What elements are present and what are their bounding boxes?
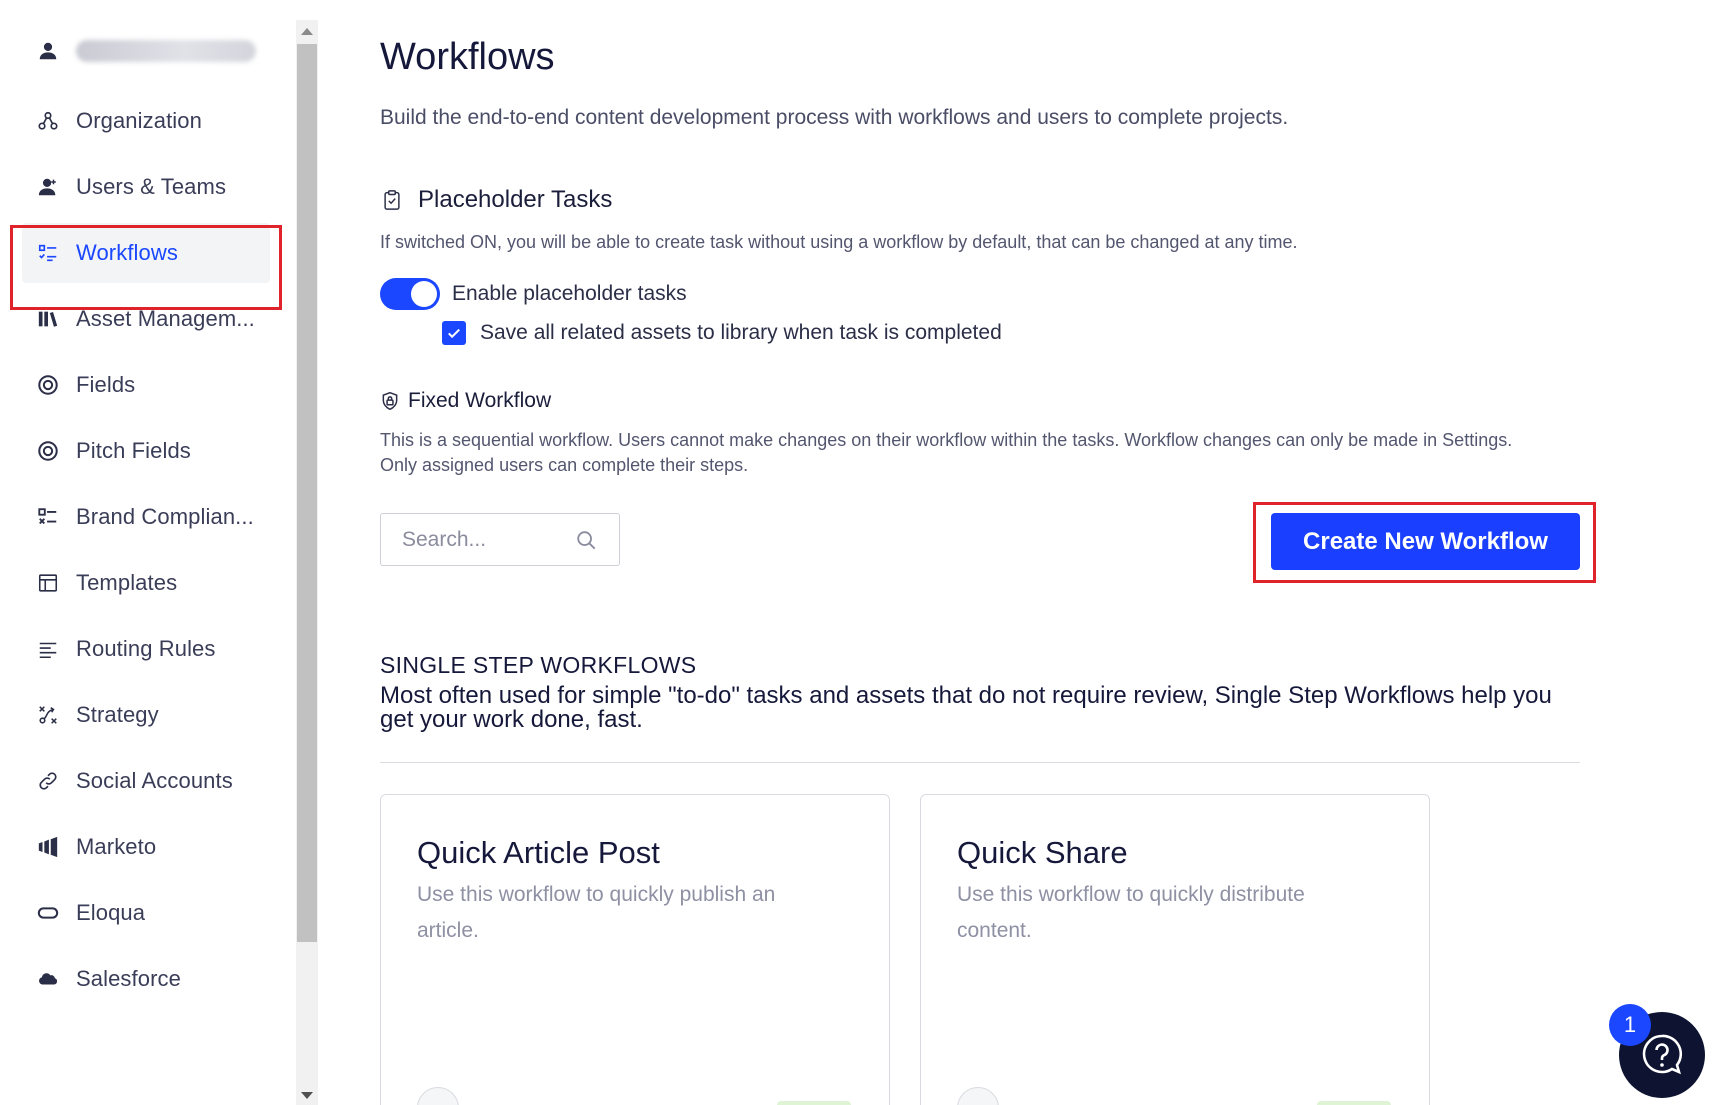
sidebar-item-fields[interactable]: Fields bbox=[22, 355, 270, 415]
sidebar-item-label: Brand Complian... bbox=[76, 504, 254, 529]
sidebar-item-marketo[interactable]: Marketo bbox=[22, 817, 270, 877]
toggle-knob bbox=[411, 281, 437, 307]
enable-placeholder-tasks-toggle[interactable] bbox=[380, 278, 440, 310]
template-icon bbox=[36, 571, 60, 595]
user-name-blurred bbox=[76, 40, 256, 62]
sidebar-item-label: Asset Managem... bbox=[76, 306, 255, 331]
placeholder-tasks-description: If switched ON, you will be able to crea… bbox=[380, 232, 1298, 252]
routing-icon bbox=[36, 637, 60, 661]
fixed-workflow-description: This is a sequential workflow. Users can… bbox=[380, 430, 1513, 475]
sidebar-item-label: Users & Teams bbox=[76, 174, 227, 199]
card-title: Quick Share bbox=[957, 835, 1128, 870]
section-divider bbox=[380, 762, 1580, 763]
eloqua-icon bbox=[36, 901, 60, 925]
checklist-icon bbox=[36, 505, 60, 529]
sidebar-item-asset-management[interactable]: Asset Managem... bbox=[22, 289, 270, 349]
fixed-workflow-title: Fixed Workflow bbox=[408, 389, 552, 412]
library-icon bbox=[36, 307, 60, 331]
toggle-label: Enable placeholder tasks bbox=[452, 282, 687, 305]
sidebar-item-label: Routing Rules bbox=[76, 636, 216, 661]
placeholder-tasks-title: Placeholder Tasks bbox=[418, 186, 613, 213]
workflow-card-quick-article-post[interactable]: Quick Article Post Use this workflow to … bbox=[380, 794, 890, 1105]
save-assets-checkbox-row: Save all related assets to library when … bbox=[442, 321, 1002, 345]
scrollbar-thumb[interactable] bbox=[297, 44, 317, 942]
card-avatar bbox=[957, 1087, 999, 1105]
checkmark-icon bbox=[448, 328, 460, 339]
sidebar-item-brand-compliance[interactable]: Brand Complian... bbox=[22, 487, 270, 547]
sidebar-item-workflows[interactable]: Workflows bbox=[22, 223, 270, 283]
search-icon bbox=[577, 530, 596, 549]
sidebar-item-label: Salesforce bbox=[76, 966, 181, 991]
sidebar-item-label: Strategy bbox=[76, 702, 159, 727]
workflow-search-input[interactable]: Search... bbox=[380, 513, 620, 566]
help-notification-badge: 1 bbox=[1609, 1004, 1651, 1046]
fixed-workflow-heading: Fixed Workflow bbox=[380, 389, 551, 413]
sidebar-item-salesforce[interactable]: Salesforce bbox=[22, 949, 270, 1009]
card-status-badge bbox=[1317, 1101, 1391, 1105]
sidebar-scrollbar[interactable] bbox=[296, 20, 318, 1105]
sidebar-item-label: Eloqua bbox=[76, 900, 146, 925]
sidebar-item-label: Social Accounts bbox=[76, 768, 233, 793]
sidebar-item-pitch-fields[interactable]: Pitch Fields bbox=[22, 421, 270, 481]
single-step-workflows-description: Most often used for simple "to-do" tasks… bbox=[380, 682, 1552, 733]
sidebar-item-label: Pitch Fields bbox=[76, 438, 191, 463]
save-assets-checkbox[interactable] bbox=[442, 321, 466, 345]
card-status-badge bbox=[777, 1101, 851, 1105]
page-description: Build the end-to-end content development… bbox=[380, 106, 1289, 129]
sidebar-item-routing-rules[interactable]: Routing Rules bbox=[22, 619, 270, 679]
sidebar-item-social-accounts[interactable]: Social Accounts bbox=[22, 751, 270, 811]
sidebar-item-users-teams[interactable]: Users & Teams bbox=[22, 157, 270, 217]
card-description: Use this workflow to quickly publish an … bbox=[417, 883, 776, 942]
sidebar-user-profile[interactable] bbox=[22, 21, 270, 81]
page-title: Workflows bbox=[380, 36, 555, 78]
sidebar-item-label: Fields bbox=[76, 372, 136, 397]
card-avatar bbox=[417, 1087, 459, 1105]
sidebar-item-label: Organization bbox=[76, 108, 202, 133]
workflow-card-quick-share[interactable]: Quick Share Use this workflow to quickly… bbox=[920, 794, 1430, 1105]
sidebar-item-organization[interactable]: Organization bbox=[22, 91, 270, 151]
settings-sidebar: Organization Users & Teams Workflows Ass… bbox=[0, 0, 296, 1105]
scroll-down-arrow-icon[interactable] bbox=[301, 1092, 313, 1099]
user-icon bbox=[36, 175, 60, 199]
user-icon bbox=[36, 39, 60, 63]
card-title: Quick Article Post bbox=[417, 835, 660, 870]
placeholder-tasks-heading: Placeholder Tasks bbox=[380, 186, 612, 214]
strategy-icon bbox=[36, 703, 60, 727]
marketo-icon bbox=[36, 835, 60, 859]
card-description: Use this workflow to quickly distribute … bbox=[957, 883, 1305, 942]
shield-lock-icon bbox=[380, 389, 400, 413]
sidebar-item-strategy[interactable]: Strategy bbox=[22, 685, 270, 745]
sidebar-item-label: Templates bbox=[76, 570, 178, 595]
scroll-up-arrow-icon[interactable] bbox=[301, 28, 313, 35]
sidebar-item-label: Marketo bbox=[76, 834, 157, 859]
cloud-icon bbox=[36, 967, 60, 991]
search-placeholder: Search... bbox=[402, 527, 487, 551]
placeholder-tasks-toggle-row: Enable placeholder tasks bbox=[380, 278, 687, 310]
sidebar-item-eloqua[interactable]: Eloqua bbox=[22, 883, 270, 943]
create-new-workflow-button[interactable]: Create New Workflow bbox=[1271, 513, 1580, 570]
target-icon bbox=[36, 439, 60, 463]
checkbox-label: Save all related assets to library when … bbox=[480, 321, 1002, 344]
target-icon bbox=[36, 373, 60, 397]
single-step-workflows-title: SINGLE STEP WORKFLOWS bbox=[380, 652, 697, 678]
organization-icon bbox=[36, 109, 60, 133]
sidebar-item-label: Workflows bbox=[76, 240, 178, 265]
sidebar-item-templates[interactable]: Templates bbox=[22, 553, 270, 613]
clipboard-check-icon bbox=[380, 188, 404, 212]
link-icon bbox=[36, 769, 60, 793]
workflow-icon bbox=[36, 241, 60, 265]
